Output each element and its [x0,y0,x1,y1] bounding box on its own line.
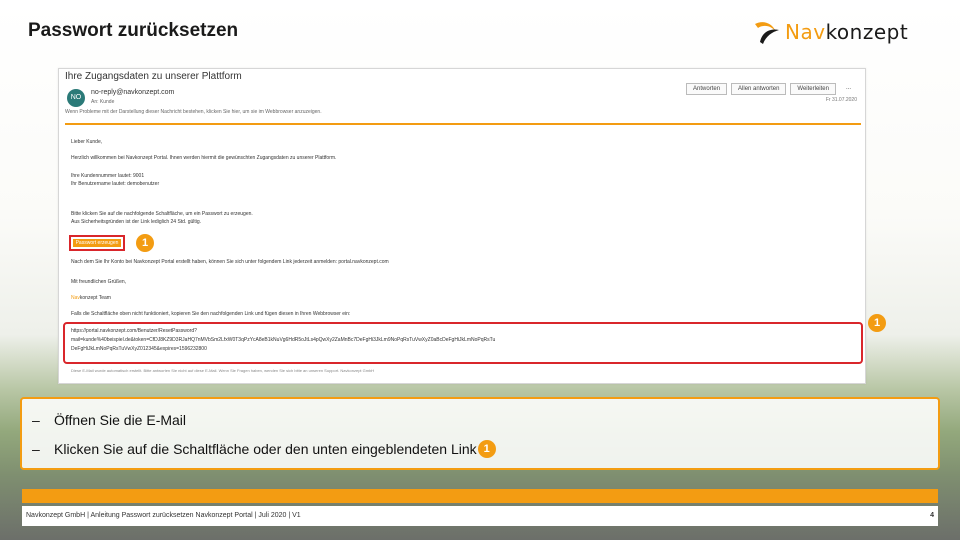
footer-orange-band [22,489,938,503]
email-actions: Antworten Allen antworten Weiterleiten .… [686,83,857,95]
sender-avatar: NO [67,89,85,107]
email-link-hint: Falls die Schaltfläche oben nicht funkti… [71,311,351,317]
email-username: Ihr Benutzername lautet: demobenutzer [71,181,160,187]
forward-button[interactable]: Weiterleiten [790,83,836,95]
navkonzept-logo: Navkonzept [752,18,908,46]
email-recipient: An: Kunde [91,99,115,105]
instructions-box: – Öffnen Sie die E-Mail – Klicken Sie au… [20,397,940,470]
email-greeting: Lieber Kunde, [71,139,103,145]
email-subject: Ihre Zugangsdaten zu unserer Plattform [65,71,242,82]
reply-all-button[interactable]: Allen antworten [731,83,787,95]
email-regards: Mit freundlichen Grüßen, [71,279,127,285]
bullet-dash: – [32,412,40,428]
step-marker-inline: 1 [477,440,496,458]
signature-brand-rest: konzept Team [79,295,111,301]
logo-text-nav: Nav [785,20,826,44]
swoosh-logo-icon [755,22,779,44]
email-instruction-1: Bitte klicken Sie auf die nachfolgende S… [71,211,253,217]
instruction-step-2: – Klicken Sie auf die Schaltfläche oder … [32,440,496,458]
step-marker-link: 1 [868,314,886,332]
email-info-bar[interactable]: Wenn Probleme mit der Darstellung dieser… [65,109,322,115]
email-welcome: Herzlich willkommen bei Navkonzept Porta… [71,155,337,161]
reset-link-highlight: https://portal.navkonzept.com/Benutzer/R… [63,322,863,364]
email-login-hint: Nach dem Sie Ihr Konto bei Navkonzept Po… [71,259,389,265]
footer-text: Navkonzept GmbH | Anleitung Passwort zur… [26,512,301,519]
email-customer-number: Ihre Kundennummer lautet: 9001 [71,173,145,179]
reset-link-line-2[interactable]: mail=kunde%40beispiel.de&token=CfDJ8KZ9D… [71,336,855,345]
slide-title: Passwort zurücksetzen [28,20,239,41]
reply-button[interactable]: Antworten [686,83,728,95]
email-footer-note: Diese E-Mail wurde automatisch erstellt.… [71,368,375,373]
signature-brand-accent: Nav [71,295,80,301]
page-number: 4 [930,512,934,519]
email-date: Fr 31.07.2020 [825,97,857,103]
logo-text-konzept: konzept [825,20,909,44]
instruction-step-1: – Öffnen Sie die E-Mail [32,412,186,428]
instruction-step-1-text: Öffnen Sie die E-Mail [54,412,187,428]
email-header-divider [65,123,861,125]
reset-link-line-1[interactable]: https://portal.navkonzept.com/Benutzer/R… [71,327,855,336]
step-marker-button: 1 [136,234,154,252]
email-instruction-2: Aus Sicherheitsgründen ist der Link ledi… [71,219,202,225]
slide-footer: Navkonzept GmbH | Anleitung Passwort zur… [22,506,938,526]
bullet-dash: – [32,441,40,457]
email-sender: no-reply@navkonzept.com [91,89,175,96]
reset-password-button[interactable]: Passwort erzeugen [73,239,121,247]
email-screenshot: Ihre Zugangsdaten zu unserer Plattform N… [58,68,866,384]
reset-password-button-highlight: Passwort erzeugen [69,235,125,251]
email-signature: Navkonzept Team [71,295,111,301]
reset-link-line-3[interactable]: DeFgHiJkLmNoPqRsTuVwXyZ012345&expires=15… [71,345,855,354]
instruction-step-2-text: Klicken Sie auf die Schaltfläche oder de… [54,441,477,457]
more-actions-button[interactable]: ... [840,83,857,95]
